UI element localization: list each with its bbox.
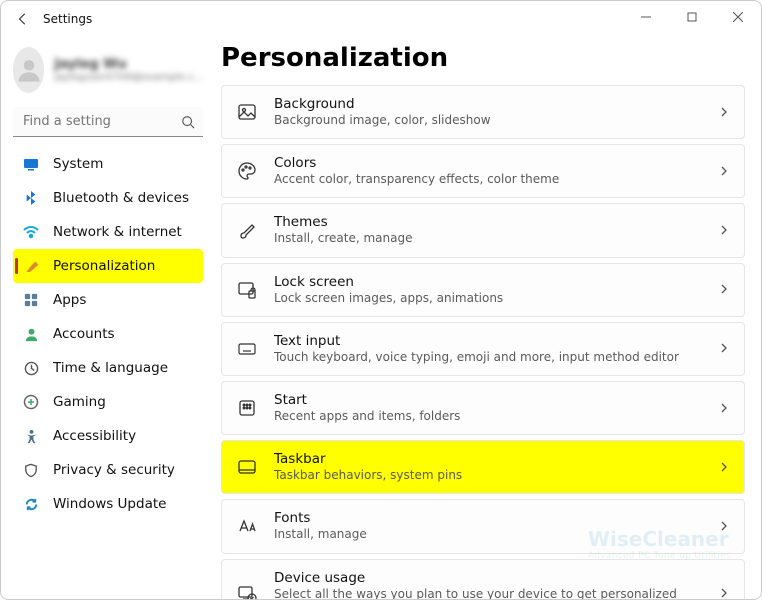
update-icon [23, 496, 39, 512]
title-bar: Settings [1, 1, 761, 37]
setting-title: Taskbar [274, 451, 702, 467]
setting-desc: Recent apps and items, folders [274, 408, 702, 424]
chevron-right-icon [718, 162, 730, 181]
setting-desc: Select all the ways you plan to use your… [274, 586, 702, 600]
sidebar-item-update[interactable]: Windows Update [13, 487, 203, 521]
chevron-right-icon [718, 280, 730, 299]
search-input[interactable] [13, 107, 203, 137]
sidebar-item-label: Accessibility [53, 428, 136, 444]
chevron-right-icon [718, 339, 730, 358]
setting-desc: Taskbar behaviors, system pins [274, 467, 702, 483]
sidebar-item-label: Windows Update [53, 496, 166, 512]
setting-item-device-usage[interactable]: Device usage Select all the ways you pla… [221, 559, 745, 600]
image-icon [236, 102, 258, 122]
minimize-button[interactable] [623, 1, 669, 33]
start-icon [236, 399, 258, 417]
chevron-right-icon [718, 517, 730, 536]
sidebar-item-personalization[interactable]: Personalization [13, 249, 203, 283]
setting-title: Background [274, 96, 702, 112]
chevron-right-icon [718, 103, 730, 122]
nav-list: System Bluetooth & devices Network & int… [13, 147, 203, 521]
setting-title: Colors [274, 155, 702, 171]
system-icon [23, 156, 39, 172]
sidebar-item-accessibility[interactable]: Accessibility [13, 419, 203, 453]
apps-icon [23, 292, 39, 308]
taskbar-icon [236, 457, 258, 477]
sidebar-item-label: Network & internet [53, 224, 182, 240]
sidebar-item-privacy[interactable]: Privacy & security [13, 453, 203, 487]
sidebar-item-label: Accounts [53, 326, 115, 342]
sidebar-item-gaming[interactable]: Gaming [13, 385, 203, 419]
sidebar-item-label: Time & language [53, 360, 168, 376]
setting-item-colors[interactable]: Colors Accent color, transparency effect… [221, 144, 745, 198]
wifi-icon [23, 224, 39, 240]
avatar [13, 47, 44, 93]
sidebar-item-label: Apps [53, 292, 86, 308]
chevron-right-icon [718, 458, 730, 477]
profile-email: jayleguser0709@example.c... [54, 72, 203, 83]
setting-item-lock-screen[interactable]: Lock screen Lock screen images, apps, an… [221, 263, 745, 317]
sidebar-item-label: Bluetooth & devices [53, 190, 189, 206]
device-usage-icon [236, 584, 258, 599]
lock-screen-icon [236, 280, 258, 300]
brush-icon [23, 258, 39, 274]
window-title: Settings [43, 12, 92, 26]
profile[interactable]: Jayleg Wu jayleguser0709@example.c... [13, 47, 203, 93]
chevron-right-icon [718, 399, 730, 418]
setting-item-taskbar[interactable]: Taskbar Taskbar behaviors, system pins [221, 440, 745, 494]
sidebar-item-label: Privacy & security [53, 462, 175, 478]
setting-desc: Background image, color, slideshow [274, 112, 702, 128]
sidebar-item-system[interactable]: System [13, 147, 203, 181]
setting-item-text-input[interactable]: Text input Touch keyboard, voice typing,… [221, 322, 745, 376]
search-icon [181, 114, 195, 133]
window-controls [623, 1, 761, 33]
sidebar: Jayleg Wu jayleguser0709@example.c... Sy… [1, 37, 211, 599]
sidebar-item-bluetooth[interactable]: Bluetooth & devices [13, 181, 203, 215]
setting-desc: Lock screen images, apps, animations [274, 290, 702, 306]
setting-item-background[interactable]: Background Background image, color, slid… [221, 85, 745, 139]
clock-icon [23, 360, 39, 376]
bluetooth-icon [23, 190, 39, 206]
setting-title: Fonts [274, 510, 702, 526]
sidebar-item-apps[interactable]: Apps [13, 283, 203, 317]
setting-item-start[interactable]: Start Recent apps and items, folders [221, 381, 745, 435]
main-content: Personalization Background Background im… [211, 37, 761, 599]
setting-item-themes[interactable]: Themes Install, create, manage [221, 203, 745, 257]
keyboard-icon [236, 339, 258, 359]
sidebar-item-time[interactable]: Time & language [13, 351, 203, 385]
gaming-icon [23, 394, 39, 410]
setting-desc: Touch keyboard, voice typing, emoji and … [274, 349, 702, 365]
back-button[interactable] [9, 5, 37, 33]
page-title: Personalization [221, 43, 745, 73]
sidebar-item-network[interactable]: Network & internet [13, 215, 203, 249]
setting-title: Themes [274, 214, 702, 230]
sidebar-item-accounts[interactable]: Accounts [13, 317, 203, 351]
shield-icon [23, 462, 39, 478]
profile-name: Jayleg Wu [54, 57, 203, 72]
close-button[interactable] [715, 1, 761, 33]
setting-desc: Install, manage [274, 526, 702, 542]
chevron-right-icon [718, 584, 730, 599]
setting-desc: Install, create, manage [274, 230, 702, 246]
setting-item-fonts[interactable]: Fonts Install, manage [221, 499, 745, 553]
person-icon [23, 326, 39, 342]
sidebar-item-label: Gaming [53, 394, 106, 410]
sidebar-item-label: Personalization [53, 258, 155, 274]
sidebar-item-label: System [53, 156, 103, 172]
fonts-icon [236, 516, 258, 536]
palette-icon [236, 161, 258, 181]
brush-icon [236, 220, 258, 240]
setting-title: Start [274, 392, 702, 408]
setting-title: Text input [274, 333, 702, 349]
setting-title: Lock screen [274, 274, 702, 290]
setting-title: Device usage [274, 570, 702, 586]
maximize-button[interactable] [669, 1, 715, 33]
accessibility-icon [23, 428, 39, 444]
chevron-right-icon [718, 221, 730, 240]
setting-desc: Accent color, transparency effects, colo… [274, 171, 702, 187]
